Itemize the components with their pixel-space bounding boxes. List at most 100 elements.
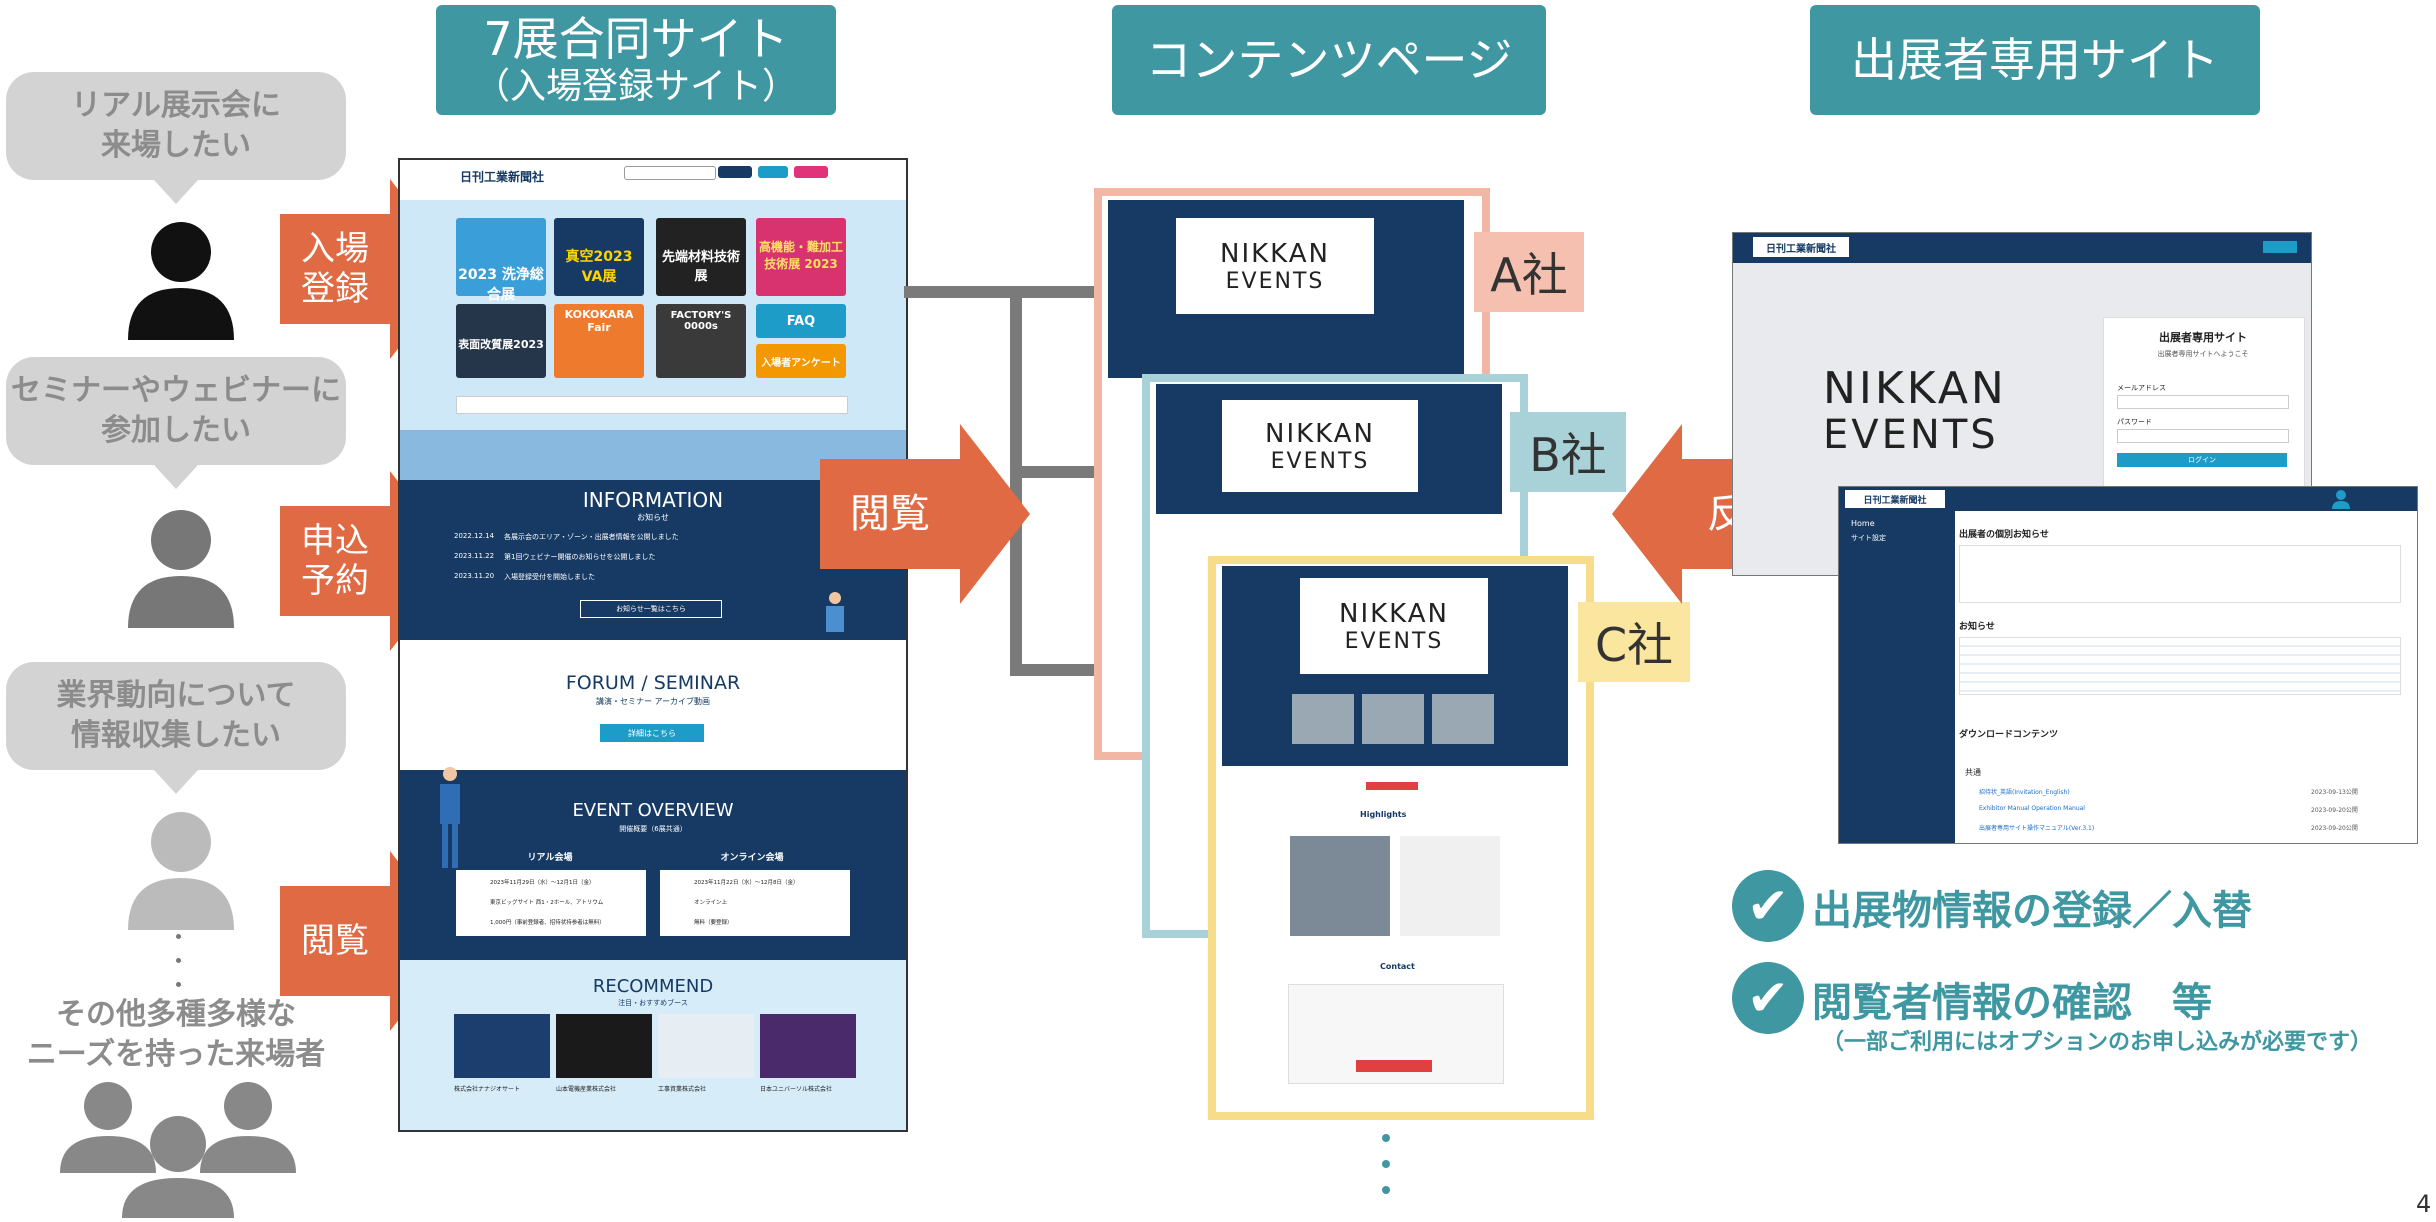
contact-submit-button[interactable] <box>1356 1060 1432 1072</box>
product-thumb[interactable] <box>1292 694 1354 744</box>
real-venue-label: リアル会場 <box>527 853 573 863</box>
download-link[interactable]: 招待状_英語(Invitation_English) <box>1979 787 2070 796</box>
joint-site-subtitle: （入場登録サイト） <box>473 66 798 107</box>
expo-tile-label: 2023 洗浄総合展 <box>458 267 544 303</box>
overview-subtitle: 開催概要（6展共通） <box>619 825 687 833</box>
download-common-label: 共通 <box>1965 768 1981 777</box>
real-venue-row: 2023年11月29日（水）～12月1日（金） <box>490 880 595 886</box>
contents-page-c-logo: NIKKAN EVENTS <box>1300 578 1488 674</box>
survey-button[interactable]: 入場者アンケート <box>756 344 846 378</box>
reserve-arrow: 申込 予約 <box>280 506 390 616</box>
person-icon <box>126 510 236 628</box>
user-avatar-icon[interactable] <box>2331 489 2351 509</box>
forum-detail-button[interactable]: 詳細はこちら <box>600 724 704 742</box>
hammer-worker-illustration <box>434 760 466 870</box>
login-title: 出展者専用サイト <box>2159 331 2247 344</box>
expo-tile-label: 表面改質展2023 <box>458 338 544 351</box>
menu-settings[interactable]: サイト設定 <box>1851 533 1886 543</box>
info-item-text[interactable]: 入場登録受付を開始しました <box>504 572 595 582</box>
nikkan-text: NIKKAN <box>1265 418 1375 449</box>
events-text: EVENTS <box>1225 268 1325 294</box>
info-more-button[interactable]: お知らせ一覧はこちら <box>580 600 722 618</box>
faq-button[interactable]: FAQ <box>756 304 846 338</box>
recommend-card[interactable] <box>658 1014 754 1078</box>
contents-page-title: コンテンツページ <box>1145 33 1513 87</box>
joint-site-logo: 日刊工業新聞社 <box>460 170 545 184</box>
info-item-text[interactable]: 第1回ウェビナー開催のお知らせを公開しました <box>504 552 655 562</box>
red-cta-button[interactable] <box>1366 782 1418 790</box>
highlight-card <box>1400 836 1500 936</box>
ellipsis-dot <box>1382 1160 1390 1168</box>
nav-button[interactable] <box>758 166 788 178</box>
login-button[interactable]: ログイン <box>2117 453 2287 467</box>
expo-tile-cleaning[interactable]: 2023 洗浄総合展 <box>456 218 546 303</box>
download-link[interactable]: 出展者専用サイト操作マニュアル(Ver.3.1) <box>1979 823 2094 832</box>
company-label-b: B社 <box>1510 412 1626 492</box>
expo-tile-kokokara[interactable]: KOKOKARA Fair <box>554 304 644 378</box>
nav-button[interactable] <box>794 166 828 178</box>
login-logo: 日刊工業新聞社 <box>1753 237 1849 257</box>
online-venue-row: オンライン上 <box>694 900 728 906</box>
menu-home[interactable]: Home <box>1851 519 1875 528</box>
reflect-arrowhead <box>1612 424 1682 604</box>
download-date: 2023-09-20公開 <box>2311 807 2358 814</box>
info-ticker <box>456 396 848 414</box>
exhibitor-site-title: 出展者専用サイト <box>1851 33 2219 87</box>
recommend-card[interactable] <box>760 1014 856 1078</box>
info-item-date: 2023.11.20 <box>454 572 495 580</box>
expo-tile-factory[interactable]: FACTORY'S 0000s <box>656 304 746 378</box>
ellipsis-dot <box>1382 1186 1390 1194</box>
register-arrow: 入場 登録 <box>280 214 390 324</box>
password-label: パスワード <box>2117 418 2152 426</box>
nikkan-text: NIKKAN <box>1339 598 1449 629</box>
download-date: 2023-09-20公開 <box>2311 825 2358 832</box>
ellipsis-dot <box>176 982 181 987</box>
bubble-tail <box>154 770 198 794</box>
expo-tile-label: KOKOKARA Fair <box>564 308 634 334</box>
login-lang-button[interactable] <box>2263 241 2297 253</box>
recommend-card[interactable] <box>556 1014 652 1078</box>
contact-label: Contact <box>1380 962 1415 971</box>
ellipsis-dot <box>1382 1134 1390 1142</box>
expo-tile-materials[interactable]: 先端材料技術展 <box>656 218 746 296</box>
browse-arrow-left: 閲覧 <box>280 886 390 996</box>
recommend-subtitle: 注目・おすすめブース <box>618 999 688 1007</box>
product-thumb[interactable] <box>1362 694 1424 744</box>
browse-arrowhead-center <box>960 424 1030 604</box>
expo-tile-vacuum[interactable]: 真空2023 VA展 <box>554 218 644 296</box>
page-number: 4 <box>2416 1190 2432 1218</box>
exhibitor-dashboard-screenshot: 日刊工業新聞社 Home サイト設定 出展者の個別お知らせ お知らせ ダウンロー… <box>1838 486 2418 844</box>
search-box[interactable] <box>624 166 716 180</box>
expo-tile-processing[interactable]: 高機能・難加工技術展 2023 <box>756 218 846 296</box>
expo-tile-label: 真空2023 VA展 <box>565 249 633 285</box>
real-venue-row: 1,000円（事前登録者、招待状持参者は無料） <box>490 920 605 926</box>
recommend-title: RECOMMEND <box>592 976 714 997</box>
feature-register-exhibits: 出展物情報の登録／入替 <box>1812 888 2252 934</box>
forum-title: FORUM / SEMINAR <box>565 672 741 694</box>
browse-arrow-center: 閲覧 <box>820 459 960 569</box>
bubble-tail <box>154 180 198 204</box>
recommend-card[interactable] <box>454 1014 550 1078</box>
download-link[interactable]: Exhibitor Manual Operation Manual <box>1979 805 2085 812</box>
download-title: ダウンロードコンテンツ <box>1959 730 2059 740</box>
notice-title: 出展者の個別お知らせ <box>1959 530 2049 540</box>
password-field[interactable] <box>2117 429 2289 443</box>
product-thumb[interactable] <box>1432 694 1494 744</box>
feature-visitor-info: 閲覧者情報の確認 等 <box>1812 980 2212 1026</box>
notice-box <box>1959 545 2401 603</box>
email-field[interactable] <box>2117 395 2289 409</box>
recommend-company: 山本電機産業株式会社 <box>556 1086 617 1093</box>
nav-button[interactable] <box>718 166 752 178</box>
info-item-text[interactable]: 各展示会のエリア・ゾーン・出展者情報を公開しました <box>504 532 679 542</box>
expo-tile-label: 先端材料技術展 <box>661 250 740 284</box>
check-icon: ✔ <box>1732 962 1804 1034</box>
online-venue-row: 無料（要登録） <box>694 920 733 926</box>
need-bubble-industry-trends: 業界動向について 情報収集したい <box>6 662 346 770</box>
email-label: メールアドレス <box>2117 384 2166 392</box>
online-venue-row: 2023年11月22日（水）～12月8日（金） <box>694 880 799 886</box>
need-bubble-real-expo: リアル展示会に 来場したい <box>6 72 346 180</box>
ellipsis-dot <box>176 934 181 939</box>
expo-tile-label: 高機能・難加工技術展 2023 <box>758 240 843 271</box>
expo-tile-surface[interactable]: 表面改質展2023 <box>456 304 546 378</box>
contents-page-b-logo: NIKKAN EVENTS <box>1222 400 1418 492</box>
